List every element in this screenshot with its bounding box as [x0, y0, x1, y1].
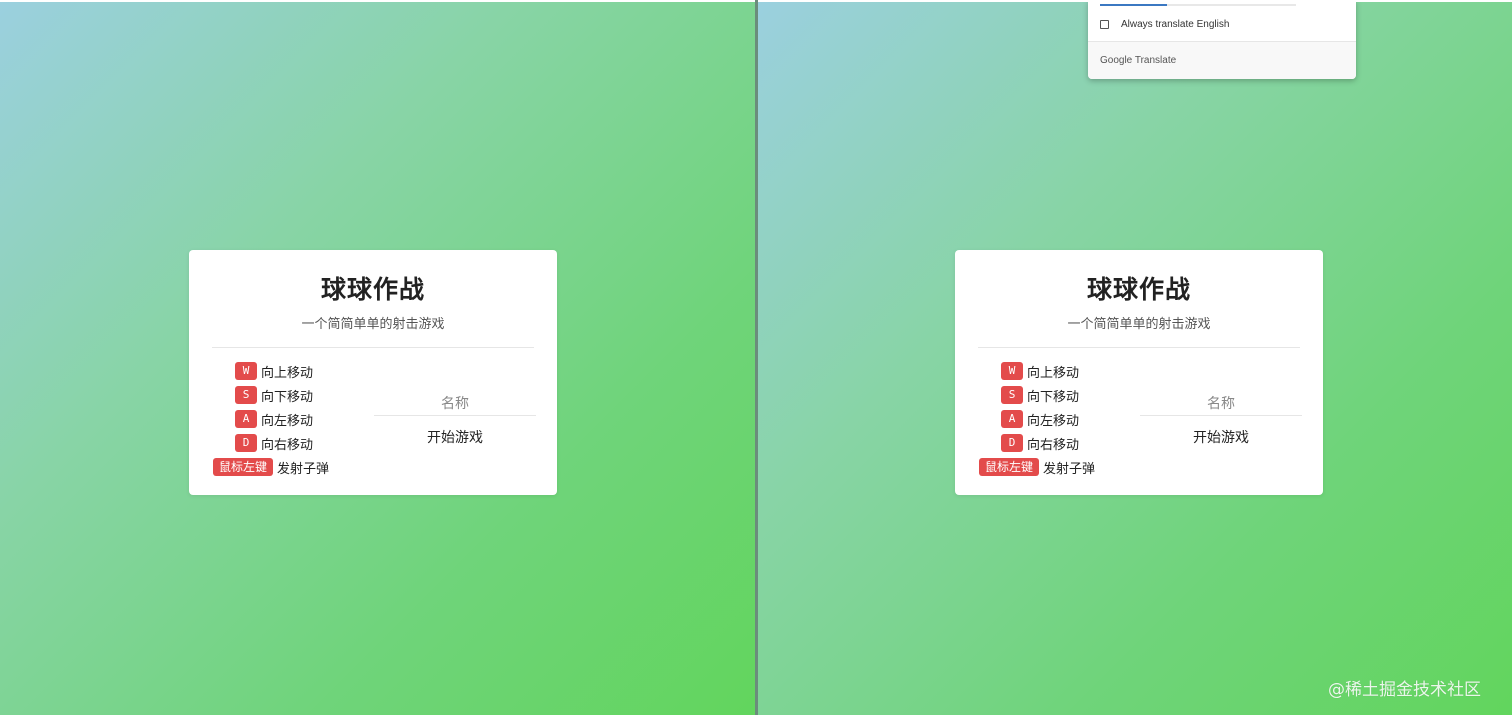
game-start-card: 球球作战 一个简简单单的射击游戏 W 向上移动 S 向下移动 A 向左移动 D: [955, 250, 1323, 495]
game-title: 球球作战: [1086, 275, 1191, 304]
translate-popup-footer: Google Translate: [1088, 41, 1356, 79]
game-start-card: 球球作战 一个简简单单的射击游戏 W 向上移动 S 向下移动 A 向左移动 D: [189, 250, 557, 495]
always-translate-checkbox[interactable]: [1100, 19, 1109, 29]
game-title: 球球作战: [320, 275, 425, 304]
left-pane: 球球作战 一个简简单单的射击游戏 W 向上移动 S 向下移动 A 向左移动 D: [0, 2, 755, 715]
control-row-right: D 向右移动: [235, 433, 313, 453]
always-translate-label: Always translate English: [1121, 18, 1230, 30]
control-row-down: S 向下移动: [1001, 385, 1079, 405]
control-label-up: 向上移动: [261, 365, 314, 381]
always-translate-option[interactable]: Always translate English: [1100, 16, 1229, 32]
control-label-right: 向右移动: [261, 437, 314, 453]
control-label-left: 向左移动: [1027, 413, 1080, 429]
start-game-button[interactable]: 开始游戏: [374, 426, 536, 448]
key-badge-mouse-left: 鼠标左键: [213, 458, 274, 476]
control-label-left: 向左移动: [261, 413, 314, 429]
key-badge-mouse-left: 鼠标左键: [979, 458, 1040, 476]
key-badge-d: D: [235, 434, 257, 452]
key-badge-a: A: [1001, 410, 1023, 428]
control-row-right: D 向右移动: [1001, 433, 1079, 453]
control-label-up: 向上移动: [1027, 365, 1080, 381]
translate-progress-fill: [1100, 4, 1167, 6]
control-row-fire: 鼠标左键 发射子弹: [213, 457, 329, 477]
right-pane: 球球作战 一个简简单单的射击游戏 W 向上移动 S 向下移动 A 向左移动 D: [758, 2, 1512, 715]
translate-popup: Always translate English Google Translat…: [1088, 2, 1356, 79]
game-subtitle: 一个简简单单的射击游戏: [301, 317, 445, 332]
control-label-fire: 发射子弹: [277, 461, 330, 477]
control-label-down: 向下移动: [1027, 389, 1080, 405]
brand-google: Google: [1100, 55, 1133, 66]
key-badge-w: W: [1001, 362, 1023, 380]
browser-split-view: 球球作战 一个简简单单的射击游戏 W 向上移动 S 向下移动 A 向左移动 D: [0, 0, 1512, 715]
control-label-right: 向右移动: [1027, 437, 1080, 453]
title-divider: [212, 347, 534, 348]
key-badge-a: A: [235, 410, 257, 428]
control-row-up: W 向上移动: [1001, 361, 1079, 381]
control-label-down: 向下移动: [261, 389, 314, 405]
key-badge-s: S: [1001, 386, 1023, 404]
start-game-button[interactable]: 开始游戏: [1140, 426, 1302, 448]
control-row-left: A 向左移动: [1001, 409, 1079, 429]
player-name-input[interactable]: [1140, 393, 1302, 416]
control-row-up: W 向上移动: [235, 361, 313, 381]
title-divider: [978, 347, 1300, 348]
key-badge-s: S: [235, 386, 257, 404]
control-row-down: S 向下移动: [235, 385, 313, 405]
key-badge-w: W: [235, 362, 257, 380]
translate-progress-bar: [1100, 4, 1296, 6]
control-row-left: A 向左移动: [235, 409, 313, 429]
key-badge-d: D: [1001, 434, 1023, 452]
game-subtitle: 一个简简单单的射击游戏: [1067, 317, 1211, 332]
control-row-fire: 鼠标左键 发射子弹: [979, 457, 1095, 477]
brand-translate: Translate: [1134, 55, 1177, 66]
player-name-input[interactable]: [374, 393, 536, 416]
google-translate-brand: Google Translate: [1100, 55, 1176, 66]
site-watermark: @稀土掘金技术社区: [1328, 680, 1481, 700]
control-label-fire: 发射子弹: [1043, 461, 1096, 477]
